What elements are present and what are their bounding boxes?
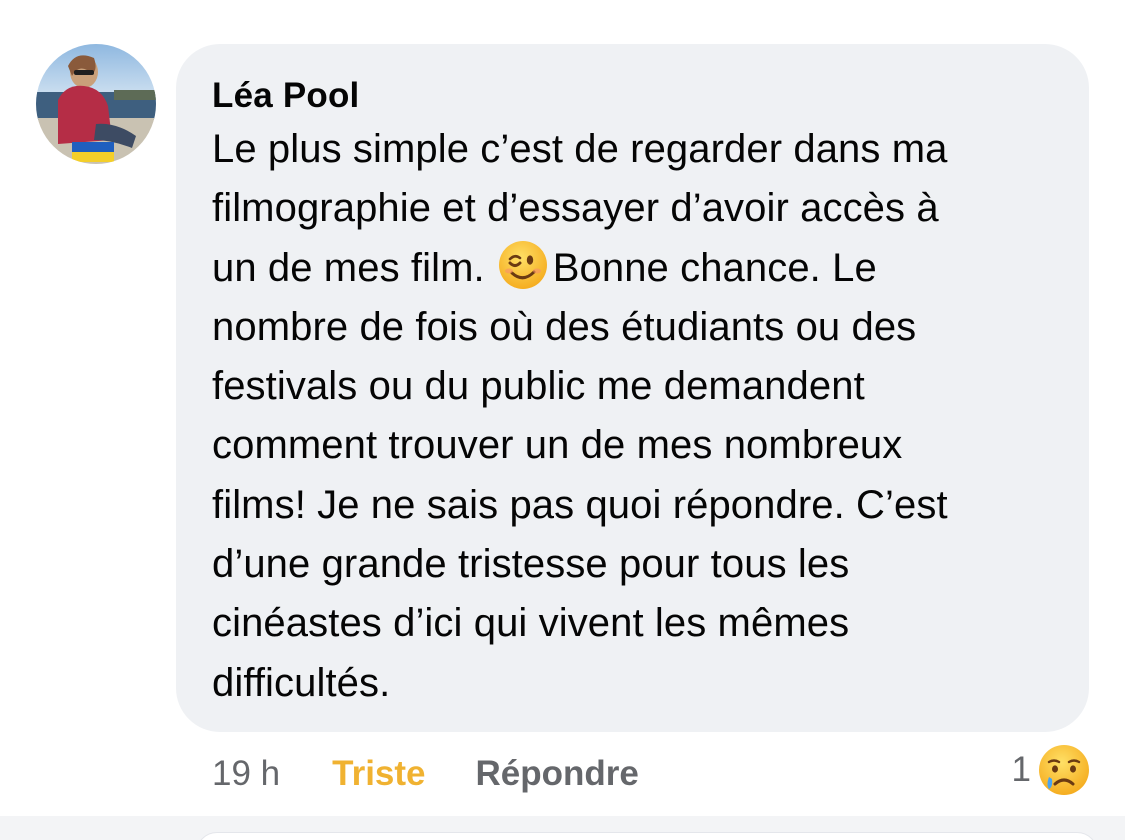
comment-bubble: Léa Pool Le plus simple c’est de regarde… [176,44,1089,732]
comment-screen: Léa Pool Le plus simple c’est de regarde… [0,0,1125,840]
avatar-photo [36,44,156,164]
comment-line: difficultés. [212,660,391,705]
comment-actions: 19 h Triste Répondre [212,750,639,798]
reaction-summary[interactable]: 1 [1012,742,1091,798]
comment-line: filmographie et d’essayer d’avoir accès … [212,186,939,231]
comment-line: films! Je ne sais pas quoi répondre. C’e… [212,482,948,527]
comment-line: d’une grande tristesse pour tous les [212,542,850,587]
comment-line-part: un de mes film. [212,245,485,290]
reaction-count: 1 [1011,750,1031,789]
winking-face-emoji-icon [498,240,547,289]
comment-timestamp[interactable]: 19 h [212,754,280,794]
reaction-button[interactable]: Triste [332,754,425,794]
comment-body: Le plus simple c’est de regarder dans ma… [212,120,1055,713]
comment-line: comment trouver un de mes nombreux [212,423,903,468]
comment-author-name[interactable]: Léa Pool [212,74,1055,118]
comment-line: festivals ou du public me demandent [212,364,865,409]
comment-line: Le plus simple c’est de regarder dans ma [212,127,948,171]
comment-line: nombre de fois où des étudiants ou des [212,304,917,349]
comment-line-part: Bonne chance. Le [552,245,877,290]
sad-crying-face-icon [1039,745,1089,795]
author-avatar[interactable] [36,44,156,164]
reply-button[interactable]: Répondre [476,754,639,794]
comment-line: cinéastes d’ici qui vivent les mêmes [212,601,850,646]
comment-line-with-emoji: un de mes film. Bonne chance. Le [212,239,1055,298]
next-comment-bubble-edge [196,832,1098,840]
